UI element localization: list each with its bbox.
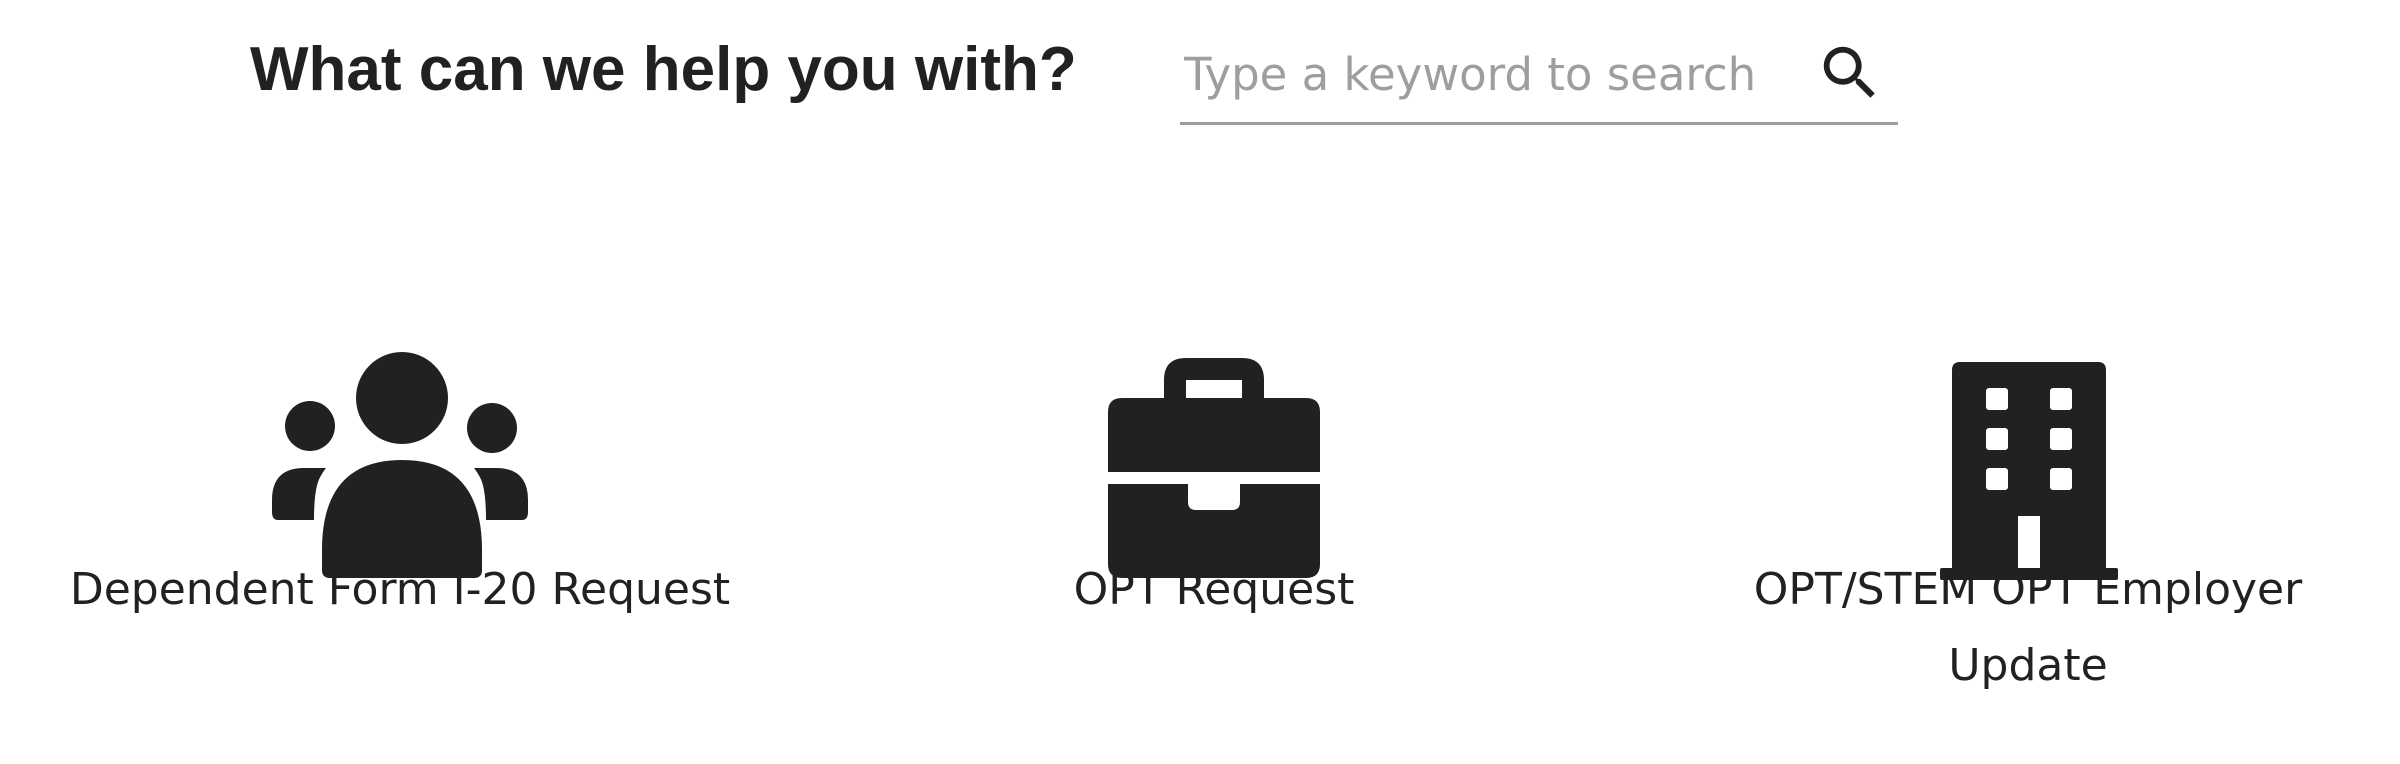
service-tile-dependent-i20[interactable]: Dependent Form I-20 Request xyxy=(0,330,800,730)
building-icon xyxy=(1940,362,2118,580)
services-grid: Dependent Form I-20 Request OPT Request xyxy=(0,330,2400,730)
search-icon[interactable] xyxy=(1815,38,1885,108)
users-icon xyxy=(272,352,528,578)
help-heading: What can we help you with? xyxy=(250,35,1077,104)
service-tile-employer-update[interactable]: OPT/STEM OPT Employer Update xyxy=(1628,330,2400,730)
briefcase-icon xyxy=(1108,358,1320,578)
service-label: Dependent Form I-20 Request xyxy=(69,564,731,615)
search-bar: What can we help you with? xyxy=(0,0,2400,130)
service-tile-opt-request[interactable]: OPT Request xyxy=(814,330,1614,730)
search-field[interactable] xyxy=(1180,30,1898,125)
service-label: OPT/STEM OPT Employer Update xyxy=(1753,564,2303,691)
search-input[interactable] xyxy=(1180,30,1774,118)
service-label: OPT Request xyxy=(1073,564,1355,615)
